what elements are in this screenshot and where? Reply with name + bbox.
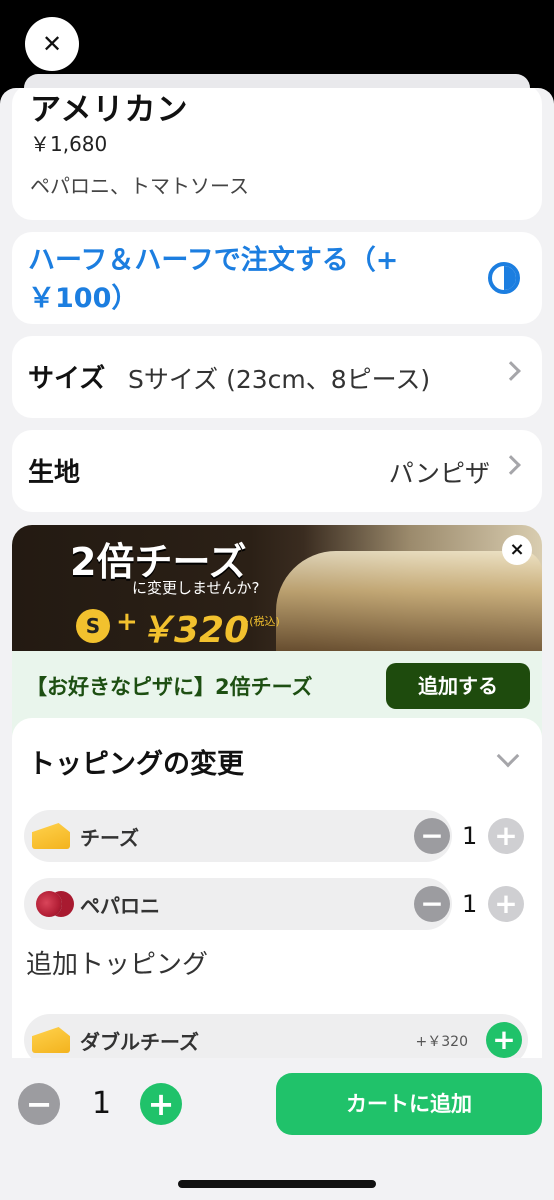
add-double-cheese-topping-button[interactable]: + [486, 1022, 522, 1058]
product-card: アメリカン ￥1,680 ペパロニ、トマトソース [12, 88, 542, 220]
topping-name: ペパロニ [80, 894, 160, 918]
close-banner-icon[interactable]: × [502, 535, 532, 565]
extra-topping-price: +￥320 [415, 1034, 468, 1050]
promo-banner[interactable]: 2倍チーズ に変更しませんか? S + ￥320 ~(税込) × [12, 525, 542, 651]
size-s-badge: S [76, 609, 110, 643]
extra-toppings-label: 追加トッピング [26, 950, 209, 980]
product-description: ペパロニ、トマトソース [30, 174, 249, 198]
pepperoni-icon [36, 891, 62, 917]
half-and-half-label: ハーフ＆ハーフで注文する（+￥100） [28, 245, 399, 314]
promo-text: 【お好きなピザに】2倍チーズ [26, 675, 313, 699]
decrease-pepperoni-button[interactable]: − [414, 886, 450, 922]
cheese-icon [32, 823, 70, 849]
topping-qty: 1 [462, 890, 478, 918]
product-name: アメリカン [30, 92, 189, 128]
bottom-bar: − 1 + カートに追加 [0, 1058, 554, 1200]
chevron-right-icon [501, 455, 521, 475]
banner-tax-note: ~(税込) [240, 615, 280, 628]
chevron-right-icon [501, 361, 521, 381]
half-circle-icon [488, 262, 520, 294]
crust-label: 生地 [28, 458, 81, 488]
increase-pepperoni-button[interactable]: + [488, 886, 524, 922]
banner-price: ￥320 [138, 610, 250, 651]
order-quantity: 1 [92, 1086, 112, 1121]
half-and-half-option[interactable]: ハーフ＆ハーフで注文する（+￥100） [12, 232, 542, 324]
increase-cheese-button[interactable]: + [488, 818, 524, 854]
increase-quantity-button[interactable]: + [140, 1083, 182, 1125]
product-price: ￥1,680 [30, 132, 108, 156]
cheese-icon [32, 1027, 70, 1053]
close-button[interactable]: ✕ [25, 17, 79, 71]
banner-plus: + [116, 607, 138, 637]
decrease-quantity-button[interactable]: − [18, 1083, 60, 1125]
chevron-down-icon[interactable] [496, 744, 520, 768]
product-sheet: アメリカン ￥1,680 ペパロニ、トマトソース ハーフ＆ハーフで注文する（+￥… [0, 88, 554, 1200]
topping-row-pepperoni: ペパロニ − [24, 878, 452, 930]
add-to-cart-button[interactable]: カートに追加 [276, 1073, 542, 1135]
home-indicator [178, 1180, 376, 1188]
topping-row-cheese: チーズ − [24, 810, 452, 862]
size-value: Sサイズ (23cm、8ピース) [128, 365, 431, 394]
topping-name: チーズ [80, 826, 139, 850]
decrease-cheese-button[interactable]: − [414, 818, 450, 854]
double-cheese-promo: 2倍チーズ に変更しませんか? S + ￥320 ~(税込) × 【お好きなピザ… [12, 525, 542, 735]
toppings-title: トッピングの変更 [28, 749, 244, 780]
extra-topping-name: ダブルチーズ [80, 1030, 199, 1054]
add-double-cheese-button[interactable]: 追加する [386, 663, 530, 709]
banner-subtitle: に変更しませんか? [132, 579, 260, 597]
size-selector[interactable]: サイズ Sサイズ (23cm、8ピース) [12, 336, 542, 418]
size-label: サイズ [28, 364, 106, 394]
crust-value: パンピザ [388, 459, 490, 488]
topping-qty: 1 [462, 822, 478, 850]
crust-selector[interactable]: 生地 パンピザ [12, 430, 542, 512]
cheese-pizza-image [276, 551, 542, 651]
